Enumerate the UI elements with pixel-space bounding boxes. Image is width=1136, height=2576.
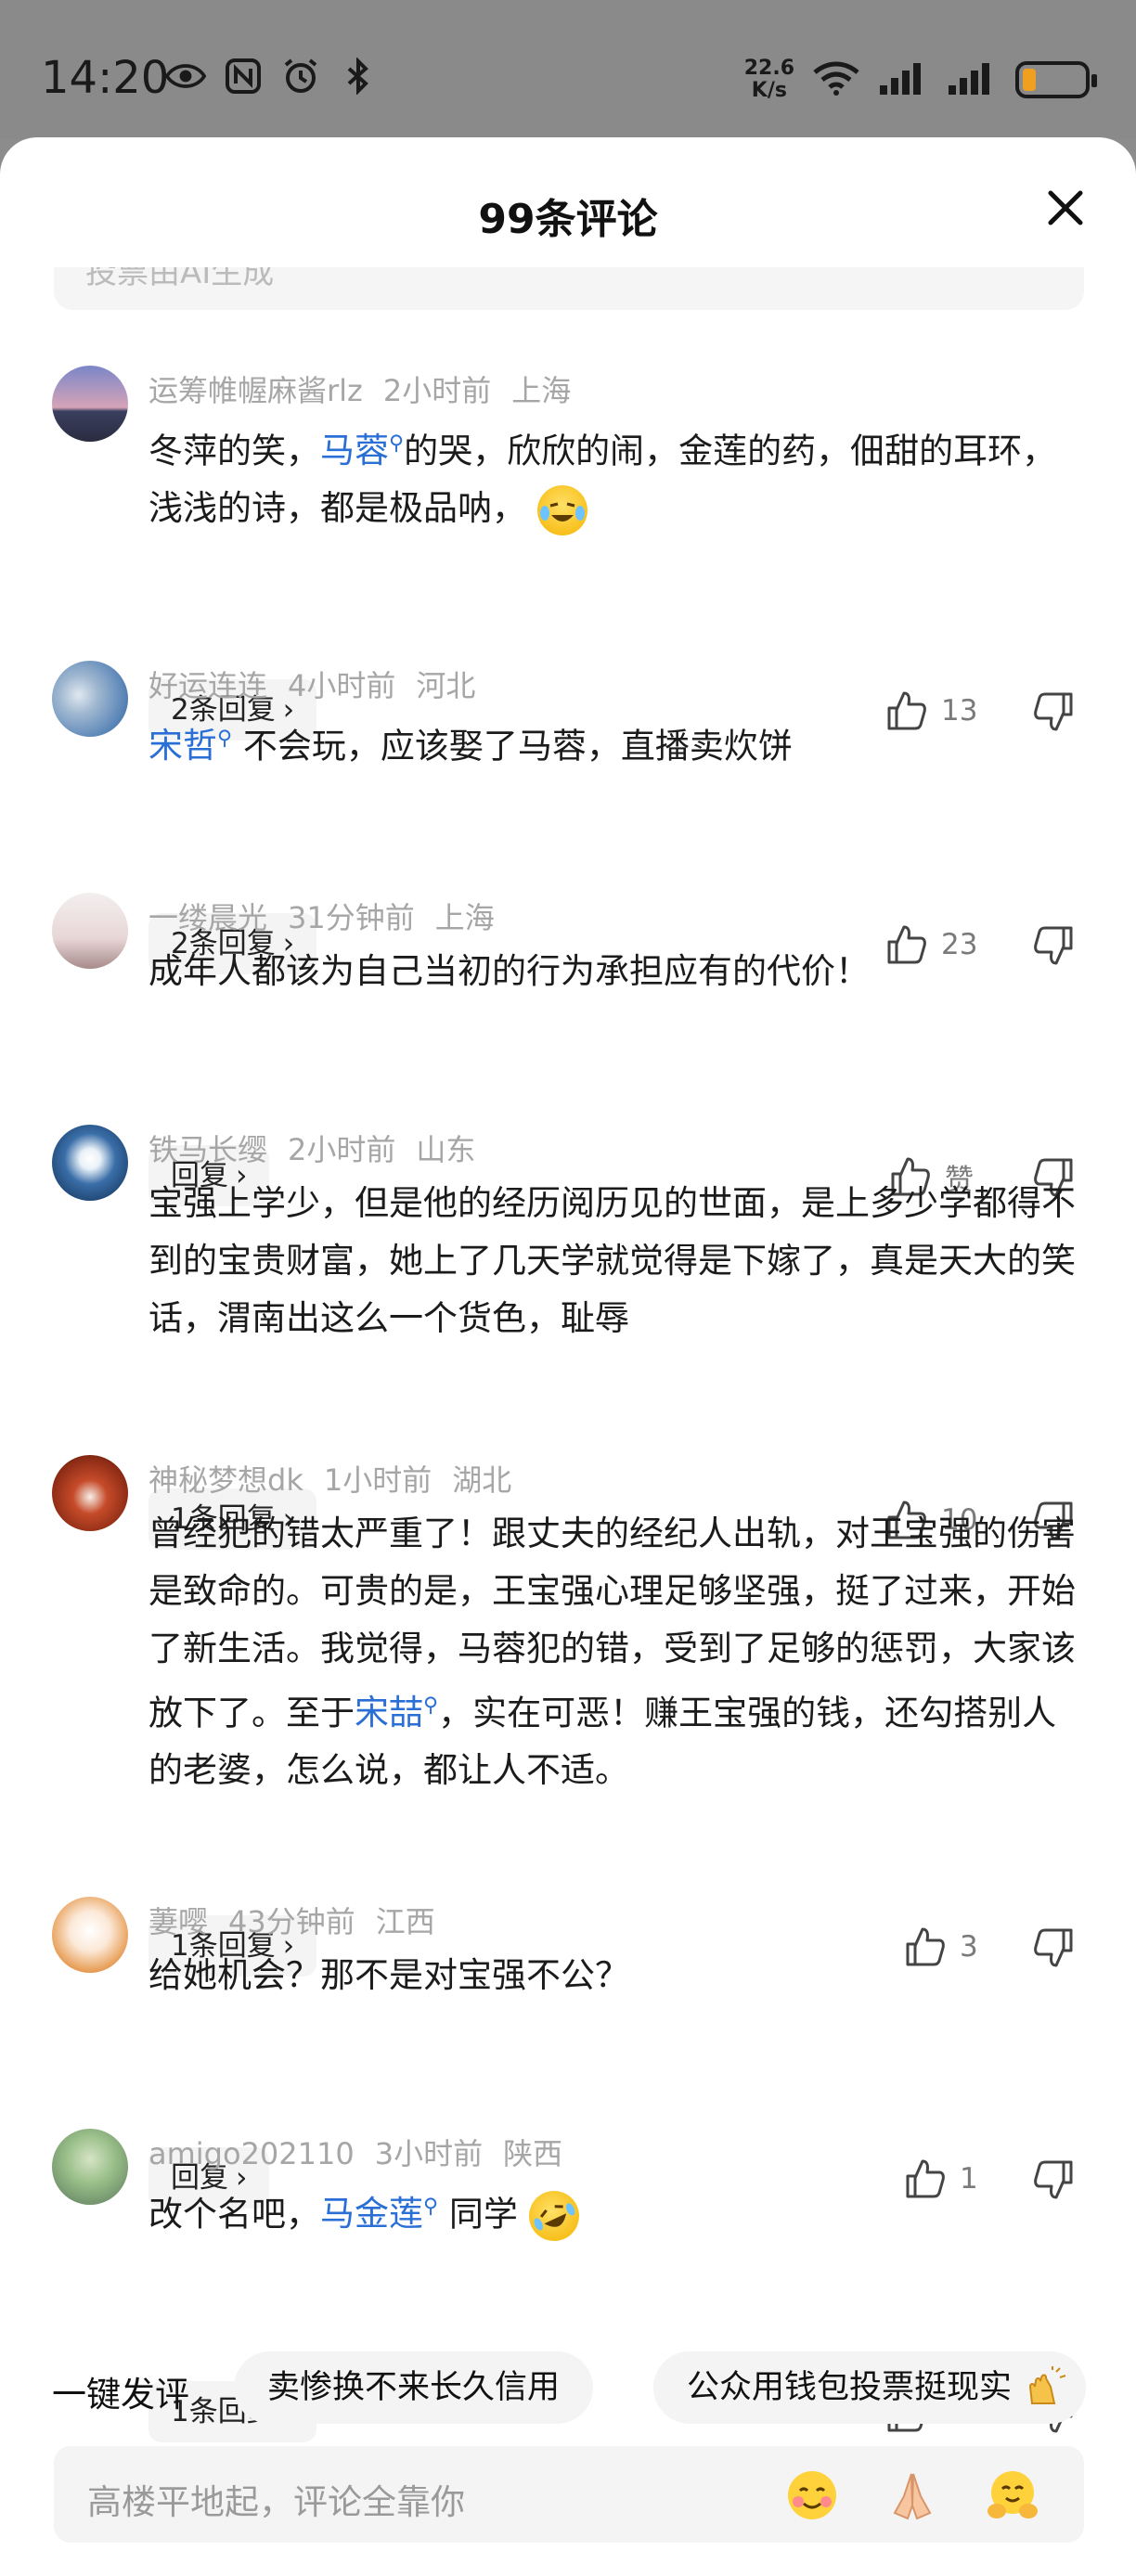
mention-link[interactable]: 马金莲⚲ bbox=[320, 2194, 438, 2234]
search-icon: ⚲ bbox=[423, 1694, 439, 1718]
chip-label: 卖惨换不来长久信用 bbox=[267, 2369, 561, 2406]
avatar[interactable] bbox=[52, 1455, 128, 1531]
close-icon[interactable] bbox=[1045, 187, 1086, 228]
comment-location: 江西 bbox=[375, 1904, 435, 1939]
ai-vote-notice: 投票由AI生成 bbox=[54, 267, 1084, 310]
comment-location: 陕西 bbox=[503, 2136, 563, 2171]
status-time: 14:20 bbox=[41, 52, 170, 104]
comment-input-placeholder: 高楼平地起，评论全靠你 bbox=[87, 2482, 465, 2522]
nfc-icon bbox=[223, 58, 264, 95]
username[interactable]: 萋嘤 bbox=[148, 1904, 208, 1939]
username[interactable]: 铁马长缨 bbox=[148, 1132, 267, 1167]
rolling-laughing-emoji bbox=[520, 2182, 587, 2249]
comment-text-part: 不会玩，应该娶了马蓉，直播卖炊饼 bbox=[232, 726, 793, 766]
comment-time: 1小时前 bbox=[323, 1462, 432, 1498]
network-speed-value: 22.6 bbox=[743, 57, 794, 80]
avatar[interactable] bbox=[52, 366, 128, 442]
quick-comment-chip[interactable]: 公众用钱包投票挺现实 bbox=[653, 2351, 1087, 2424]
laughing-crying-emoji bbox=[536, 484, 587, 535]
mention-link[interactable]: 宋哲⚲ bbox=[148, 726, 232, 766]
comment-meta: 好运连连 4小时前 河北 bbox=[148, 663, 496, 705]
bluetooth-icon bbox=[338, 58, 379, 95]
ai-notice-text: 投票由AI生成 bbox=[85, 267, 275, 291]
comment-location: 湖北 bbox=[452, 1462, 512, 1498]
comment-meta: 萋嘤 43分钟前 江西 bbox=[148, 1899, 456, 1941]
avatar[interactable] bbox=[52, 1125, 128, 1201]
comment-time: 3小时前 bbox=[374, 2136, 484, 2171]
signal-icon-2 bbox=[947, 59, 999, 100]
signal-icon bbox=[878, 59, 930, 100]
comment-time: 43分钟前 bbox=[228, 1904, 355, 1939]
search-icon: ⚲ bbox=[217, 728, 233, 751]
comment-sheet: 99条评论 投票由AI生成 运筹帷幄麻酱rlz 2小时前 上海 冬萍的笑，马蓉⚲的哭… bbox=[0, 137, 1136, 2576]
comment-input[interactable]: 高楼平地起，评论全靠你 bbox=[54, 2446, 1084, 2543]
username[interactable]: 运筹帷幄麻酱rlz bbox=[148, 373, 363, 408]
clapping-hands-emoji bbox=[1023, 2364, 1067, 2409]
comment-text: 曾经犯的错太严重了！跟丈夫的经纪人出轨，对王宝强的伤害是致命的。可贵的是，王宝强… bbox=[148, 1505, 1086, 1799]
mention-link[interactable]: 马蓉⚲ bbox=[320, 431, 404, 470]
comment-text: 改个名吧，马金莲⚲ 同学 bbox=[148, 2179, 1086, 2249]
wifi-icon bbox=[811, 59, 861, 100]
comment-location: 上海 bbox=[511, 373, 572, 408]
comment-text-part: 改个名吧， bbox=[148, 2194, 320, 2235]
comment-location: 山东 bbox=[416, 1132, 476, 1167]
avatar[interactable] bbox=[52, 893, 128, 969]
sheet-header: 99条评论 bbox=[0, 137, 1136, 267]
comment-location: 河北 bbox=[416, 668, 476, 703]
avatar[interactable] bbox=[52, 1897, 128, 1973]
comment-meta: 运筹帷幄麻酱rlz 2小时前 上海 bbox=[148, 367, 591, 410]
network-speed: 22.6 K/s bbox=[744, 58, 794, 102]
comment-time: 31分钟前 bbox=[288, 900, 415, 935]
chip-label: 公众用钱包投票挺现实 bbox=[687, 2369, 1013, 2406]
username[interactable]: amigo202110 bbox=[148, 2136, 355, 2171]
sheet-title: 99条评论 bbox=[478, 196, 658, 243]
username[interactable]: 神秘梦想dk bbox=[148, 1462, 303, 1498]
praying-hands-emoji[interactable] bbox=[885, 2468, 939, 2522]
comment-text-part: 冬萍的笑， bbox=[148, 431, 320, 471]
comment-meta: 神秘梦想dk 1小时前 湖北 bbox=[148, 1457, 532, 1500]
status-bar: 14:20 22.6 K/s bbox=[0, 0, 1136, 139]
mention-text: 马金莲 bbox=[320, 2194, 423, 2235]
mention-text: 马蓉 bbox=[320, 431, 389, 471]
mention-text: 宋喆 bbox=[355, 1693, 423, 1733]
mention-link[interactable]: 宋喆⚲ bbox=[355, 1693, 438, 1732]
comment-time: 4小时前 bbox=[288, 668, 396, 703]
comment-meta: 铁马长缨 2小时前 山东 bbox=[148, 1127, 496, 1169]
username[interactable]: 一缕晨光 bbox=[148, 900, 267, 935]
comment-text: 给她机会？那不是对宝强不公？ bbox=[148, 1947, 1086, 2004]
comment-meta: amigo202110 3小时前 陕西 bbox=[148, 2131, 583, 2173]
eye-icon bbox=[165, 58, 206, 95]
username[interactable]: 好运连连 bbox=[148, 668, 267, 703]
alarm-icon bbox=[280, 58, 321, 95]
comment-text-part: 给她机会？那不是对宝强不公？ bbox=[148, 1955, 629, 1995]
comment-text-part: 宝强上学少，但是他的经历阅历见的世面，是上多少学都得不到的宝贵财富，她上了几天学… bbox=[148, 1183, 1076, 1338]
search-icon: ⚲ bbox=[389, 432, 405, 456]
status-icons-right: 22.6 K/s bbox=[744, 58, 1097, 102]
comment-text-part: 同学 bbox=[448, 2194, 518, 2235]
search-icon: ⚲ bbox=[423, 2196, 439, 2219]
quick-comment-chip[interactable]: 卖惨换不来长久信用 bbox=[234, 2351, 594, 2424]
comment-location: 上海 bbox=[434, 900, 495, 935]
comment-time: 2小时前 bbox=[382, 373, 492, 408]
comment-text: 宝强上学少，但是他的经历阅历见的世面，是上多少学都得不到的宝贵财富，她上了几天学… bbox=[148, 1175, 1086, 1347]
comment-text: 成年人都该为自己当初的行为承担应有的代价！ bbox=[148, 943, 1086, 1000]
avatar[interactable] bbox=[52, 2129, 128, 2205]
network-speed-unit: K/s bbox=[751, 79, 787, 102]
blushing-emoji[interactable] bbox=[785, 2468, 839, 2522]
hugging-emoji[interactable] bbox=[986, 2468, 1039, 2522]
quick-comment-label: 一键发评 bbox=[52, 2375, 189, 2415]
battery-icon bbox=[1015, 61, 1097, 98]
quick-comment-row: 一键发评 卖惨换不来长久信用 公众用钱包投票挺现实 bbox=[0, 2346, 1136, 2429]
mention-text: 宋哲 bbox=[148, 726, 217, 766]
comment-time: 2小时前 bbox=[288, 1132, 396, 1167]
status-icons-left bbox=[165, 58, 379, 95]
comment-text: 冬萍的笑，马蓉⚲的哭，欣欣的闹，金莲的药，佃甜的耳环，浅浅的诗，都是极品呐， bbox=[148, 416, 1086, 537]
comment-meta: 一缕晨光 31分钟前 上海 bbox=[148, 895, 515, 937]
avatar[interactable] bbox=[52, 661, 128, 737]
comment-text-part: 成年人都该为自己当初的行为承担应有的代价！ bbox=[148, 951, 870, 991]
comment-text: 宋哲⚲ 不会玩，应该娶了马蓉，直播卖炊饼 bbox=[148, 711, 1086, 775]
